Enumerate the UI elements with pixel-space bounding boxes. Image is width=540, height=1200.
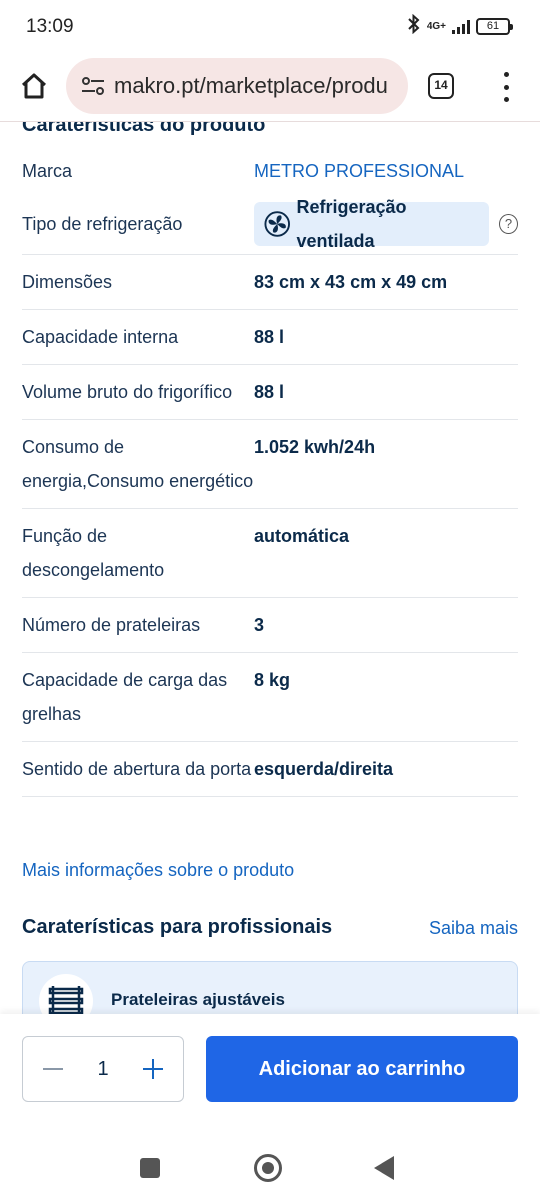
page-content: Caraterísticas do produto Marca METRO PR… <box>0 122 540 1014</box>
back-icon[interactable] <box>374 1156 394 1180</box>
cooling-chip: Refrigeração ventilada <box>254 197 489 251</box>
spec-row-capacity: Capacidade interna 88 l <box>22 310 518 365</box>
spec-key: Sentido de abertura da porta <box>22 759 252 779</box>
spec-key: Capacidade interna <box>22 327 179 347</box>
add-to-cart-button[interactable]: Adicionar ao carrinho <box>206 1036 518 1102</box>
system-nav-bar <box>0 1124 540 1200</box>
site-settings-icon[interactable] <box>80 74 106 98</box>
spec-key: Função de descongelamento <box>22 526 165 580</box>
signal-icon <box>452 19 470 34</box>
cooling-chip-label: Refrigeração ventilada <box>296 197 407 251</box>
status-bar: 13:09 4G+ 61 <box>0 0 540 52</box>
browser-toolbar: makro.pt/marketplace/produ 14 <box>0 52 540 122</box>
spec-key: Capacidade de carga das grelhas <box>22 670 228 724</box>
specs-table: Marca METRO PROFESSIONAL Tipo de refrige… <box>22 144 518 797</box>
spec-value: 3 <box>254 615 265 635</box>
battery-icon: 61 <box>476 18 513 35</box>
spec-value: 88 l <box>254 327 285 347</box>
spec-value: 88 l <box>254 382 285 402</box>
spec-row-energy: Consumo de energia,Consumo energético 1.… <box>22 420 518 509</box>
more-info-link[interactable]: Mais informações sobre o produto <box>22 860 294 881</box>
pro-feature-card[interactable]: Prateleiras ajustáveis <box>22 961 518 1014</box>
bluetooth-icon <box>407 13 421 39</box>
pro-features-title: Caraterísticas para profissionais <box>22 916 333 938</box>
spec-value: 1.052 kwh/24h <box>254 437 376 457</box>
pro-feature-label: Prateleiras ajustáveis <box>111 990 285 1009</box>
add-to-cart-bar: 1 Adicionar ao carrinho <box>0 1014 540 1124</box>
tabs-button[interactable]: 14 <box>428 73 454 99</box>
home-nav-icon[interactable] <box>254 1154 282 1182</box>
more-vert-icon[interactable] <box>494 72 518 102</box>
spec-key: Volume bruto do frigorífico <box>22 382 233 402</box>
shelves-icon <box>39 974 93 1014</box>
spec-key: Tipo de refrigeração <box>22 214 183 234</box>
spec-value: 8 kg <box>254 670 291 690</box>
brand-link[interactable]: METRO PROFESSIONAL <box>254 154 518 188</box>
status-icons: 4G+ 61 <box>407 13 513 39</box>
fan-icon <box>264 211 290 237</box>
address-bar[interactable]: makro.pt/marketplace/produ <box>66 58 408 114</box>
spec-key: Marca <box>22 161 73 181</box>
spec-value: esquerda/direita <box>254 759 394 779</box>
url-text: makro.pt/marketplace/produ <box>114 73 388 98</box>
section-title: Caraterísticas do produto <box>22 122 266 136</box>
home-icon <box>21 73 47 99</box>
increase-quantity-button[interactable] <box>135 1051 171 1087</box>
minus-icon <box>43 1068 63 1070</box>
decrease-quantity-button[interactable] <box>35 1051 71 1087</box>
status-time: 13:09 <box>26 16 74 37</box>
spec-value: automática <box>254 526 350 546</box>
quantity-value[interactable]: 1 <box>97 1058 108 1081</box>
spec-row-load: Capacidade de carga das grelhas 8 kg <box>22 653 518 742</box>
spec-row-shelves: Número de prateleiras 3 <box>22 598 518 653</box>
recents-icon[interactable] <box>140 1158 160 1178</box>
spec-row-gross-volume: Volume bruto do frigorífico 88 l <box>22 365 518 420</box>
learn-more-link[interactable]: Saiba mais <box>429 918 518 939</box>
spec-key: Dimensões <box>22 272 113 292</box>
home-button[interactable] <box>14 66 54 106</box>
quantity-stepper: 1 <box>22 1036 184 1102</box>
spec-row-dimensions: Dimensões 83 cm x 43 cm x 49 cm <box>22 255 518 310</box>
network-label: 4G+ <box>426 20 446 32</box>
spec-value: 83 cm x 43 cm x 49 cm <box>254 272 448 292</box>
cooling-value: Refrigeração ventilada ? <box>254 197 518 251</box>
plus-icon <box>143 1059 163 1079</box>
spec-row-defrost: Função de descongelamento automática <box>22 509 518 598</box>
spec-row-cooling: Tipo de refrigeração Refrigeração ventil… <box>22 197 518 255</box>
spec-key: Consumo de energia,Consumo energético <box>22 437 254 491</box>
spec-row-door: Sentido de abertura da porta esquerda/di… <box>22 742 518 797</box>
help-icon[interactable]: ? <box>498 214 518 234</box>
spec-key: Número de prateleiras <box>22 615 201 635</box>
